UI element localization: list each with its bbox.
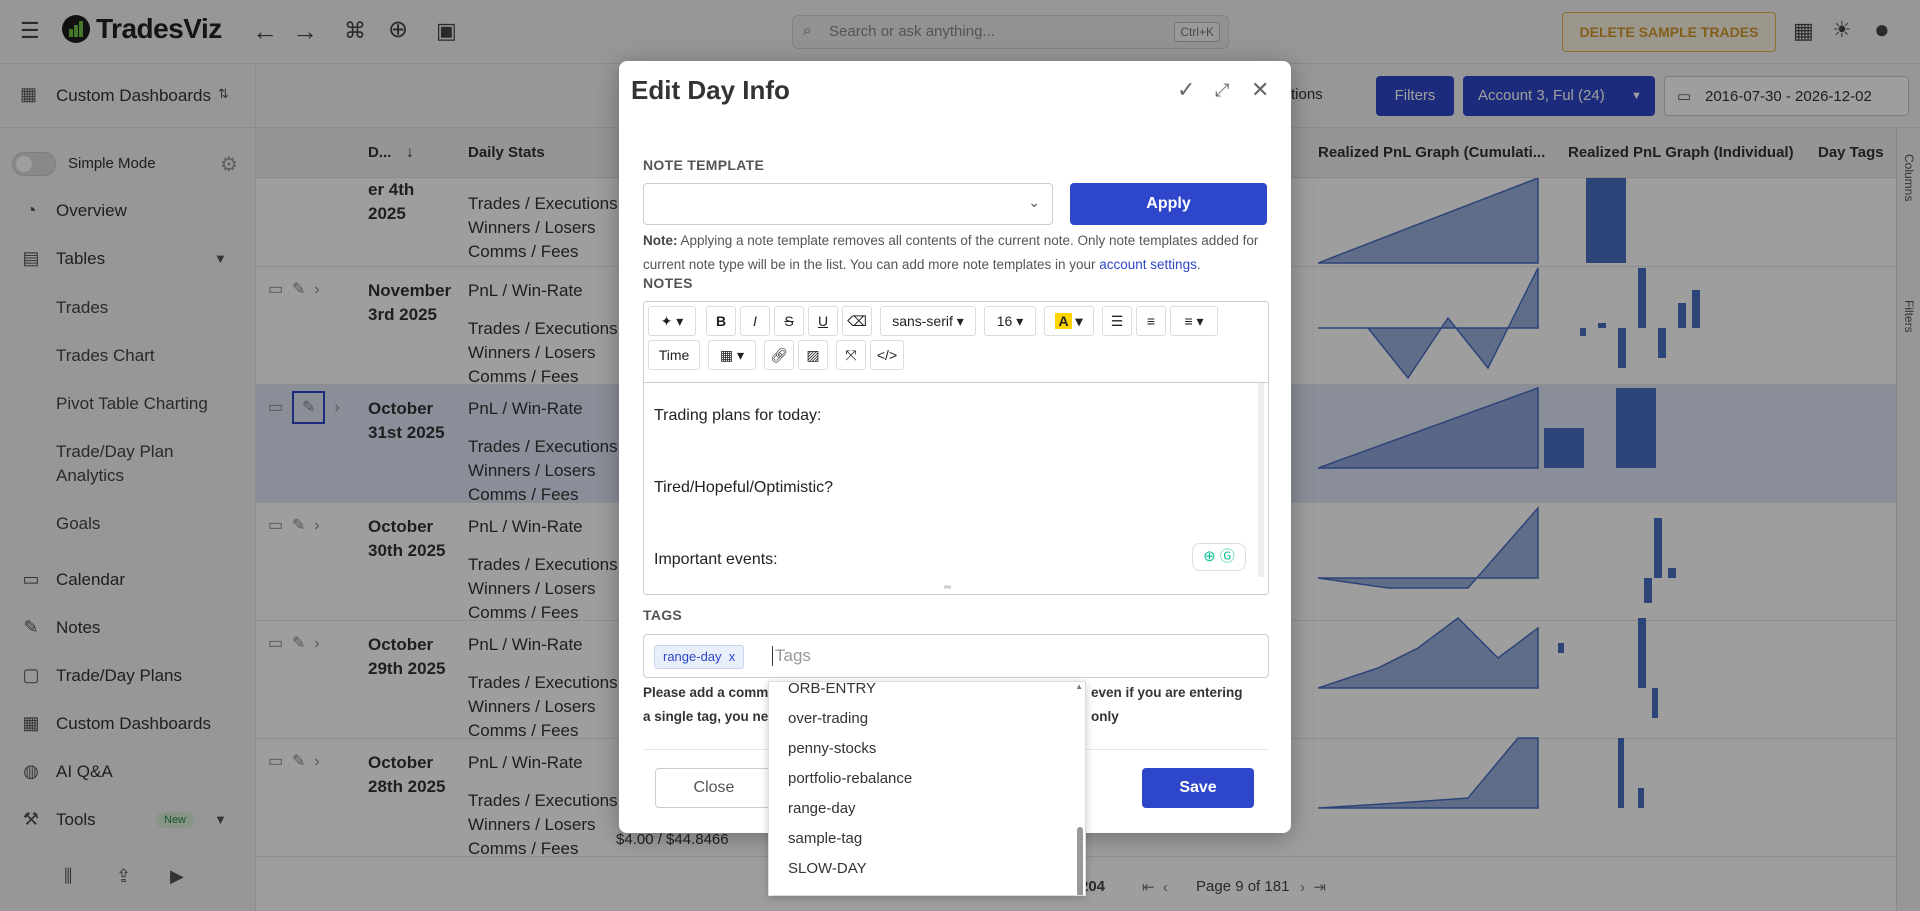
bold-icon[interactable]: B [706,306,736,336]
fullscreen-icon[interactable]: ⤧ [836,340,866,370]
tag-chip: range-day x [654,645,745,669]
tag-option[interactable]: portfolio-rebalance [788,770,912,787]
align-icon[interactable]: ≡ ▾ [1170,306,1218,336]
apply-button[interactable]: Apply [1070,183,1267,225]
note-template-label: NOTE TEMPLATE [643,157,765,173]
strikethrough-icon[interactable]: S [774,306,804,336]
tag-remove-icon[interactable]: x [729,649,736,664]
editor-content[interactable]: Trading plans for today: Tired/Hopeful/O… [644,382,1268,582]
note-template-select[interactable]: ⌄ [643,183,1053,225]
grammarly-icon[interactable]: ⊕ Ⓖ [1192,543,1246,571]
font-size-dropdown[interactable]: 16 ▾ [984,306,1036,336]
tag-option[interactable]: SLOW-DAY [788,860,867,877]
tag-option[interactable]: range-day [788,800,856,817]
font-family-dropdown[interactable]: sans-serif ▾ [880,306,976,336]
link-icon[interactable]: 🔗︎ [764,340,794,370]
tag-option[interactable]: sample-tag [788,830,862,847]
bullet-list-icon[interactable]: ☰ [1102,306,1132,336]
time-button[interactable]: Time [648,340,700,370]
tag-suggestions-dropdown: ORB-ENTRY over-trading penny-stocks port… [768,681,1086,896]
notes-label: NOTES [643,275,693,291]
close-icon[interactable]: ✕ [1251,77,1269,103]
tags-placeholder: Tags [772,646,811,666]
editor-line: Important events: [654,551,778,568]
scroll-up-icon[interactable]: ▲ [1075,682,1083,691]
italic-icon[interactable]: I [740,306,770,336]
save-button[interactable]: Save [1142,768,1254,808]
tags-input[interactable]: range-day x Tags [643,634,1269,678]
tags-label: TAGS [643,607,683,623]
chevron-down-icon: ⌄ [1028,194,1040,210]
rich-text-editor: ✦ ▾ B I S U ⌫ sans-serif ▾ 16 ▾ A ▾ ☰ ≡ … [643,301,1269,595]
numbered-list-icon[interactable]: ≡ [1136,306,1166,336]
editor-line: Tired/Hopeful/Optimistic? [654,479,834,496]
magic-style-icon[interactable]: ✦ ▾ [648,306,696,336]
tag-option[interactable]: ORB-ENTRY [788,682,876,697]
note-template-help: Note: Applying a note template removes a… [643,233,1259,272]
modal-title: Edit Day Info [631,75,790,105]
tag-option[interactable]: over-trading [788,710,868,727]
expand-icon[interactable]: ⤢ [1215,80,1229,101]
resize-handle[interactable]: ═ [944,582,951,593]
table-icon[interactable]: ▦ ▾ [708,340,756,370]
dropdown-scrollbar[interactable] [1077,827,1083,895]
editor-scrollbar[interactable] [1258,383,1264,577]
highlight-color-icon[interactable]: A ▾ [1044,306,1094,336]
underline-icon[interactable]: U [808,306,838,336]
close-button[interactable]: Close [655,768,773,808]
tag-option[interactable]: penny-stocks [788,740,876,757]
image-icon[interactable]: ▨ [798,340,828,370]
editor-line: Trading plans for today: [654,407,822,424]
eraser-icon[interactable]: ⌫ [842,306,872,336]
code-view-icon[interactable]: </> [870,340,904,370]
account-settings-link[interactable]: account settings [1099,257,1197,272]
check-icon[interactable]: ✓ [1177,77,1195,103]
